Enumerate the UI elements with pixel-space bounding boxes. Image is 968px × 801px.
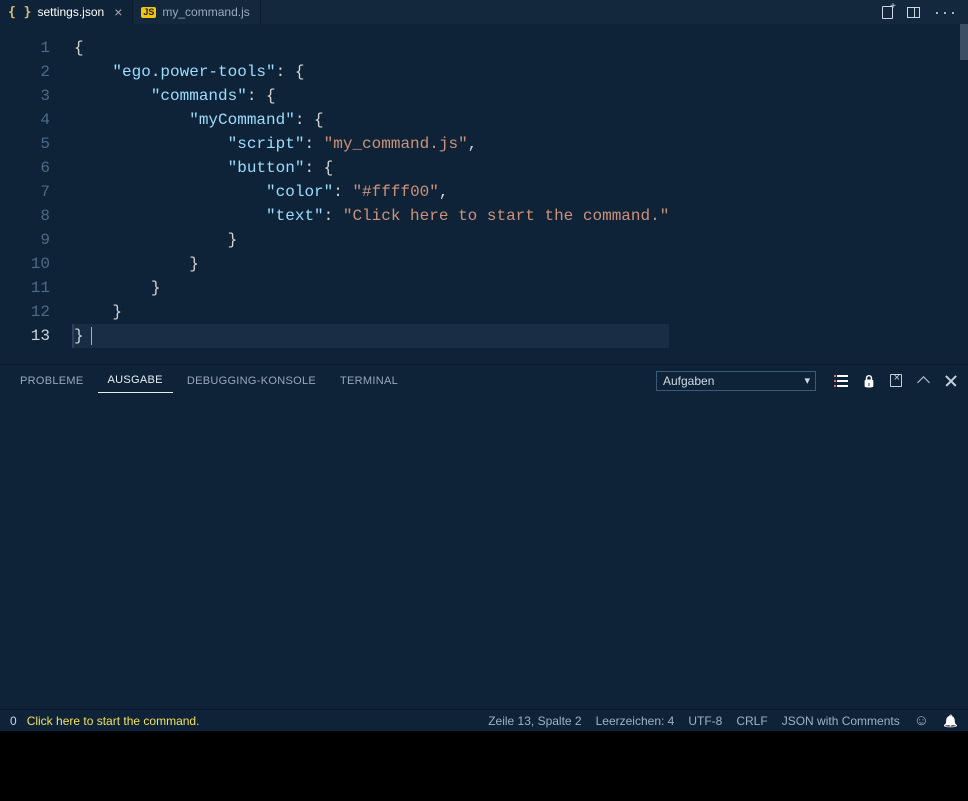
- indentation-status[interactable]: Leerzeichen: 4: [596, 714, 675, 728]
- code-line[interactable]: {: [74, 36, 669, 60]
- line-number: 3: [0, 84, 50, 108]
- panel-tab-probleme[interactable]: PROBLEME: [10, 369, 94, 393]
- minimap[interactable]: [958, 24, 968, 364]
- code-line[interactable]: "ego.power-tools": {: [74, 60, 669, 84]
- tab-settings-json[interactable]: { } settings.json ×: [0, 0, 133, 24]
- code-line[interactable]: }: [74, 324, 669, 348]
- panel-tab-debugging-konsole[interactable]: DEBUGGING-KONSOLE: [177, 369, 326, 393]
- line-number: 6: [0, 156, 50, 180]
- line-number: 7: [0, 180, 50, 204]
- close-panel-icon[interactable]: [944, 374, 958, 388]
- encoding-status[interactable]: UTF-8: [688, 714, 722, 728]
- output-panel-body[interactable]: [0, 396, 968, 709]
- code-line[interactable]: }: [74, 276, 669, 300]
- maximize-panel-icon[interactable]: [916, 374, 930, 388]
- line-number: 4: [0, 108, 50, 132]
- js-icon: JS: [141, 7, 156, 18]
- panel-tab-terminal[interactable]: TERMINAL: [330, 369, 408, 393]
- close-tab-icon[interactable]: ×: [114, 4, 122, 20]
- toggle-scroll-lock-icon[interactable]: [862, 374, 876, 388]
- code-line[interactable]: }: [74, 252, 669, 276]
- output-channel-select[interactable]: Aufgaben: [656, 371, 816, 391]
- code-line[interactable]: }: [74, 228, 669, 252]
- line-number: 13: [0, 324, 50, 348]
- tab-my-command-js[interactable]: JS my_command.js: [133, 0, 260, 24]
- code-line[interactable]: "color": "#ffff00",: [74, 180, 669, 204]
- problems-count[interactable]: 0: [10, 714, 17, 728]
- code-line[interactable]: }: [74, 300, 669, 324]
- toggle-output-filter-icon[interactable]: [834, 375, 848, 387]
- line-number-gutter: 12345678910111213: [0, 24, 74, 364]
- split-editor-icon[interactable]: [907, 7, 920, 18]
- code-line[interactable]: "myCommand": {: [74, 108, 669, 132]
- new-file-icon[interactable]: [882, 6, 893, 19]
- status-bar: 0 Click here to start the command. Zeile…: [0, 709, 968, 731]
- json-icon: { }: [8, 5, 31, 20]
- editor-tab-bar: { } settings.json × JS my_command.js ···: [0, 0, 968, 24]
- language-mode[interactable]: JSON with Comments: [782, 714, 900, 728]
- line-number: 2: [0, 60, 50, 84]
- minimap-slider[interactable]: [960, 24, 968, 60]
- line-number: 10: [0, 252, 50, 276]
- tab-label: settings.json: [37, 5, 104, 19]
- line-number: 1: [0, 36, 50, 60]
- line-number: 8: [0, 204, 50, 228]
- editor-actions: ···: [872, 0, 968, 24]
- code-area[interactable]: { "ego.power-tools": { "commands": { "my…: [74, 24, 669, 364]
- tab-label: my_command.js: [162, 5, 249, 19]
- line-number: 9: [0, 228, 50, 252]
- feedback-icon[interactable]: [914, 712, 929, 729]
- code-line[interactable]: "button": {: [74, 156, 669, 180]
- line-number: 11: [0, 276, 50, 300]
- code-line[interactable]: "script": "my_command.js",: [74, 132, 669, 156]
- eol-status[interactable]: CRLF: [736, 714, 767, 728]
- notifications-icon[interactable]: [943, 714, 958, 728]
- cursor-position[interactable]: Zeile 13, Spalte 2: [488, 714, 581, 728]
- code-editor[interactable]: 12345678910111213 { "ego.power-tools": {…: [0, 24, 968, 364]
- line-number: 12: [0, 300, 50, 324]
- panel-tab-ausgabe[interactable]: AUSGABE: [98, 368, 173, 393]
- panel-tab-bar: PROBLEME AUSGABE DEBUGGING-KONSOLE TERMI…: [0, 364, 968, 396]
- code-line[interactable]: "text": "Click here to start the command…: [74, 204, 669, 228]
- custom-command-button[interactable]: Click here to start the command.: [27, 714, 200, 728]
- clear-output-icon[interactable]: [890, 374, 902, 387]
- more-actions-icon[interactable]: ···: [934, 7, 958, 17]
- line-number: 5: [0, 132, 50, 156]
- code-line[interactable]: "commands": {: [74, 84, 669, 108]
